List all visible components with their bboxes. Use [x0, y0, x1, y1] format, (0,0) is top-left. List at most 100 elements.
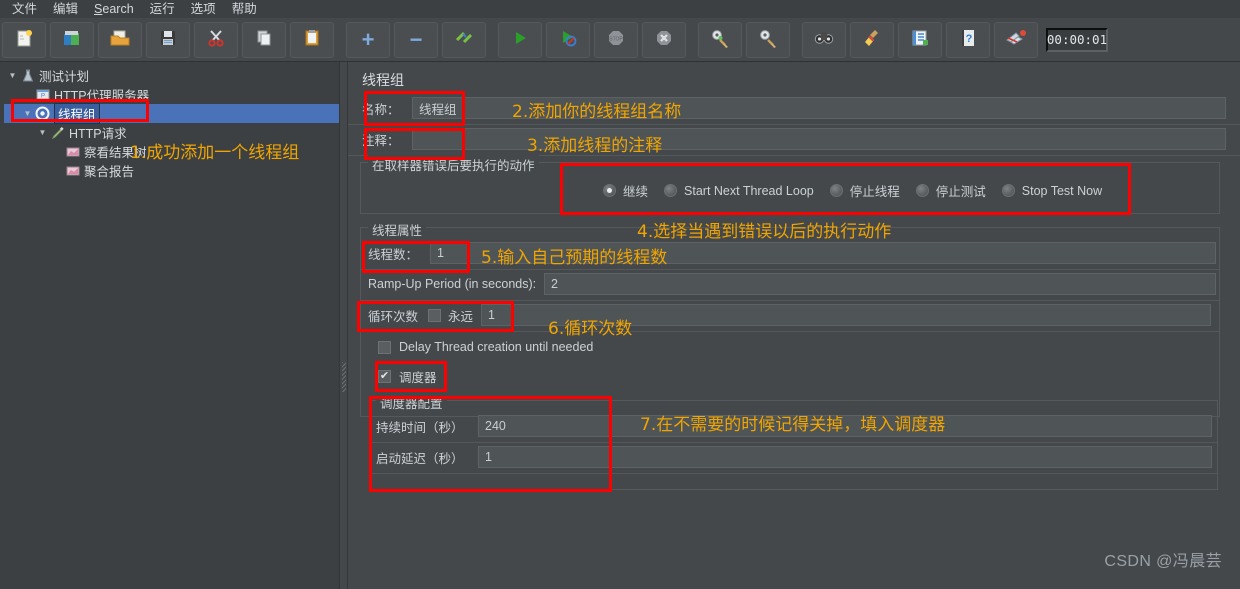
name-row: 名称： 线程组 [362, 95, 1232, 121]
expand-toggle-icon[interactable]: ▼ [36, 128, 49, 137]
svg-text:P: P [41, 93, 45, 99]
radio-stop-thread[interactable]: 停止线程 [829, 181, 900, 200]
radio-continue[interactable]: 继续 [603, 181, 648, 200]
menu-options[interactable]: 选项 [183, 0, 224, 18]
gear-broom-icon [709, 28, 731, 51]
menu-bar: 文件 编辑 Search 运行 选项 帮助 [0, 0, 1240, 18]
annotation-5: 5.输入自己预期的线程数 [481, 248, 668, 268]
http-request-icon [49, 125, 66, 141]
page-title: 线程组 [362, 72, 404, 88]
tree-label: HTTP请求 [69, 127, 127, 141]
expand-toggle-icon[interactable]: ▼ [6, 71, 19, 80]
radio-label: 停止测试 [935, 185, 986, 199]
start-no-pauses-button[interactable] [546, 21, 590, 58]
view-results-tree-icon [64, 144, 81, 160]
rampup-input[interactable]: 2 [544, 273, 1216, 295]
delay-thread-creation-label: Delay Thread creation until needed [399, 340, 594, 354]
minus-icon: − [409, 26, 423, 52]
expand-all-button[interactable]: + [346, 21, 390, 58]
open-button[interactable] [98, 21, 142, 58]
rampup-label: Ramp-Up Period (in seconds): [368, 277, 537, 291]
cut-button[interactable] [194, 21, 238, 58]
thread-group-icon [34, 106, 51, 122]
new-button[interactable] [2, 21, 46, 58]
plus-icon: + [361, 26, 375, 52]
open-folder-icon [109, 28, 131, 51]
tree-node-test-plan[interactable]: ▼ 测试计划 [4, 66, 339, 85]
shutdown-x-icon [654, 28, 674, 51]
copy-icon [254, 28, 274, 51]
radio-stop-test[interactable]: 停止测试 [915, 181, 986, 200]
reset-search-button[interactable] [850, 21, 894, 58]
remote-stop-button[interactable] [994, 21, 1038, 58]
radio-dot-icon [1001, 184, 1015, 197]
csdn-watermark: CSDN @冯晨芸 [1104, 553, 1222, 570]
tree-node-thread-group[interactable]: ▼ 线程组 [4, 103, 339, 124]
templates-icon [61, 28, 83, 51]
radio-dot-icon [829, 184, 843, 197]
radio-label: Stop Test Now [1021, 183, 1103, 198]
test-plan-icon [19, 68, 36, 84]
play-no-pause-icon [558, 28, 578, 51]
help-book-icon: ? [958, 28, 978, 51]
radio-dot-icon [664, 184, 678, 197]
clear-button[interactable] [698, 21, 742, 58]
annotation-6: 6.循环次数 [548, 319, 633, 339]
help-button[interactable]: ? [946, 21, 990, 58]
tree-node-http-proxy-server[interactable]: P HTTP代理服务器 [4, 85, 339, 104]
svg-text:STOP: STOP [609, 37, 623, 43]
paste-button[interactable] [290, 21, 334, 58]
radio-dot-icon [915, 184, 929, 197]
menu-run[interactable]: 运行 [142, 0, 183, 18]
annotation-7: 7.在不需要的时候记得关掉，填入调度器 [640, 415, 946, 435]
split-grip-handle[interactable] [342, 362, 346, 392]
annotation-2: 2.添加你的线程组名称 [512, 102, 682, 122]
forever-label: 永远 [448, 309, 474, 324]
toolbar-separator-4 [792, 22, 800, 58]
radio-start-next-thread-loop[interactable]: Start Next Thread Loop [664, 184, 814, 198]
new-document-icon [14, 28, 34, 51]
delay-thread-creation-checkbox[interactable] [378, 340, 391, 354]
split-divider[interactable] [339, 62, 348, 589]
startup-delay-input[interactable]: 1 [478, 446, 1212, 468]
search-button[interactable] [802, 21, 846, 58]
startup-delay-label: 启动延迟（秒） [376, 451, 464, 466]
play-green-icon [510, 28, 530, 51]
menu-file[interactable]: 文件 [4, 0, 45, 18]
loop-count-label: 循环次数 [368, 309, 419, 324]
radio-stop-test-now[interactable]: Stop Test Now [1001, 183, 1103, 198]
annotation-1: 1.成功添加一个线程组 [130, 143, 300, 163]
radio-label: 停止线程 [849, 185, 900, 199]
floppy-disk-icon [158, 28, 178, 51]
remote-stop-icon [1005, 28, 1027, 51]
toolbar-separator-2 [488, 22, 496, 58]
start-button[interactable] [498, 21, 542, 58]
stop-button[interactable]: STOP [594, 21, 638, 58]
shutdown-button[interactable] [642, 21, 686, 58]
clipboard-icon [302, 28, 322, 51]
collapse-all-button[interactable]: − [394, 21, 438, 58]
error-action-group-label: 在取样器错误后要执行的动作 [368, 155, 539, 174]
toggle-pencil-icon [453, 28, 475, 51]
function-helper-button[interactable] [898, 21, 942, 58]
forever-checkbox[interactable] [428, 308, 442, 322]
http-proxy-icon: P [34, 87, 51, 103]
menu-search-rest: earch [102, 2, 134, 16]
toolbar-separator-3 [688, 22, 696, 58]
scheduler-checkbox[interactable]: ✔ [378, 369, 391, 383]
broom-yellow-icon [862, 28, 882, 51]
tree-label: 测试计划 [39, 70, 90, 84]
stop-sign-icon: STOP [606, 28, 626, 51]
tree-node-aggregate-report[interactable]: 聚合报告 [4, 161, 339, 180]
templates-button[interactable] [50, 21, 94, 58]
menu-search[interactable]: Search [86, 0, 142, 18]
comment-row: 注释： [362, 126, 1232, 152]
toggle-button[interactable] [442, 21, 486, 58]
scheduler-row[interactable]: ✔ 调度器 [378, 363, 437, 389]
menu-edit[interactable]: 编辑 [45, 0, 86, 18]
menu-help[interactable]: 帮助 [224, 0, 265, 18]
clear-all-button[interactable] [746, 21, 790, 58]
expand-toggle-icon[interactable]: ▼ [21, 109, 34, 118]
save-button[interactable] [146, 21, 190, 58]
copy-button[interactable] [242, 21, 286, 58]
